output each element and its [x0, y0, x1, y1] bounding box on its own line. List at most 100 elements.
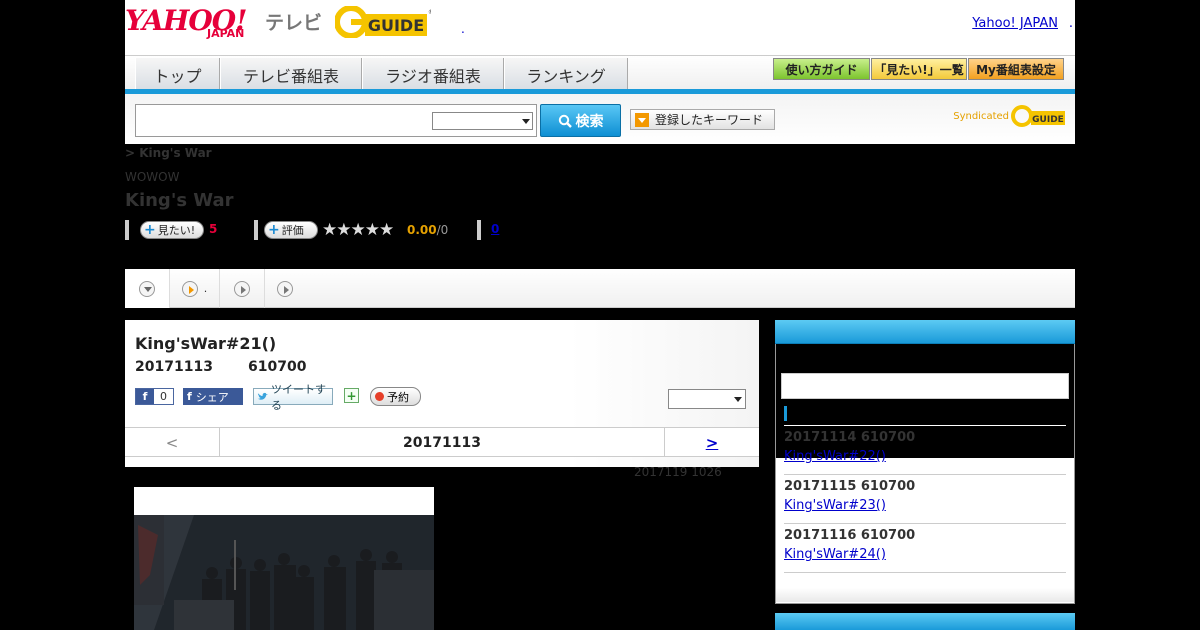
- nav-tab-ranking[interactable]: ランキング: [504, 58, 628, 91]
- saved-keywords-button[interactable]: 登録したキーワード: [630, 109, 775, 130]
- sidebar-item-divider: [784, 523, 1066, 524]
- sidebar-item-date: 20171114 610700: [784, 430, 916, 445]
- rate-button[interactable]: + 評価: [264, 221, 318, 239]
- header-link-dot: .: [1068, 16, 1073, 31]
- search-category-select[interactable]: [432, 112, 533, 130]
- twitter-bird-icon: [257, 392, 269, 400]
- sidebar-item-link[interactable]: King'sWar#23(): [784, 498, 886, 513]
- episode-time: 610700: [248, 359, 307, 375]
- chevron-down-icon: [139, 280, 155, 297]
- channel-name: WOWOW: [125, 170, 180, 184]
- facebook-icon: f: [187, 390, 192, 403]
- episode-title: King'sWar#21(): [135, 334, 277, 353]
- search-button[interactable]: 検索: [540, 104, 621, 137]
- detail-tabs: .: [125, 269, 1075, 308]
- my-guide-settings-button[interactable]: My番組表設定: [968, 58, 1064, 80]
- next-date-button[interactable]: >: [664, 428, 759, 457]
- sidebar-divider: [784, 425, 1066, 426]
- sidebar-item-divider: [784, 474, 1066, 475]
- facebook-like-count: 0: [160, 390, 167, 403]
- reserve-button[interactable]: 予約: [370, 387, 421, 406]
- guide-button[interactable]: 使い方ガイド: [773, 58, 870, 80]
- sidebar-footer: [776, 588, 1074, 602]
- episode-still-image: [134, 515, 434, 630]
- facebook-like-button[interactable]: f0: [135, 388, 174, 405]
- tab-related[interactable]: [265, 269, 305, 308]
- tab-cast[interactable]: [220, 269, 265, 308]
- divider: [125, 220, 129, 240]
- sidebar-header-2: [775, 613, 1075, 630]
- sidebar-section-marker: [784, 406, 787, 421]
- nav-tab-tv-guide[interactable]: テレビ番組表: [220, 58, 362, 91]
- prev-date-button[interactable]: <: [125, 428, 220, 457]
- facebook-share-label: シェア: [195, 390, 229, 404]
- chevron-down-icon: [734, 397, 742, 402]
- syndicated-label: Syndicated: [953, 110, 1009, 122]
- header-dot: .: [461, 22, 465, 36]
- current-date: 20171113: [403, 434, 481, 451]
- site-header: YAHOO! JAPAN テレビ GUIDE ® . Yahoo! JAPAN …: [125, 0, 1075, 55]
- breadcrumb: > King's War: [125, 146, 212, 160]
- tweet-label: ツイートする: [271, 382, 327, 412]
- play-icon: [181, 280, 198, 297]
- rate-button-label: 評価: [281, 224, 304, 237]
- nav-tab-radio-guide[interactable]: ラジオ番組表: [362, 58, 504, 91]
- divider: [477, 220, 481, 240]
- rating-score: 0.00/0: [407, 223, 448, 237]
- nav-tab-top[interactable]: トップ: [135, 58, 220, 91]
- add-calendar-icon[interactable]: +: [344, 388, 359, 403]
- want-button-label: 見たい!: [157, 224, 196, 237]
- facebook-icon: f: [136, 389, 154, 404]
- yahoo-japan-label: JAPAN: [207, 27, 245, 40]
- rating-count: /0: [436, 223, 449, 237]
- svg-text:GUIDE: GUIDE: [1032, 115, 1064, 125]
- image-caption-bar: [134, 487, 434, 515]
- facebook-share-button[interactable]: f シェア: [183, 388, 243, 405]
- sidebar-header: [775, 320, 1075, 344]
- svg-text:®: ®: [428, 9, 431, 16]
- syndicated-badge: Syndicated GUIDE: [953, 104, 1067, 128]
- svg-text:GUIDE: GUIDE: [368, 16, 424, 35]
- episode-still-scene: [134, 515, 434, 630]
- tab-episodes[interactable]: .: [170, 269, 220, 308]
- tab-episodes-label: .: [203, 282, 208, 295]
- search-icon: [558, 114, 572, 128]
- program-actions: + 見たい! 5 + 評価 ★★★★★ 0.00/0 0: [125, 220, 1075, 240]
- want-button[interactable]: + 見たい!: [140, 221, 204, 239]
- sidebar-item-link[interactable]: King'sWar#24(): [784, 547, 886, 562]
- sidebar-item-divider: [784, 572, 1066, 573]
- sidebar-item-link[interactable]: King'sWar#22(): [784, 449, 886, 464]
- chevron-down-icon: [522, 119, 530, 124]
- main-nav: トップ テレビ番組表 ラジオ番組表 ランキング 使い方ガイド 「見たい!」一覧 …: [125, 55, 1075, 92]
- tv-label[interactable]: テレビ: [265, 8, 322, 35]
- updated-timestamp: 2017119 1026: [634, 465, 722, 479]
- divider: [254, 220, 258, 240]
- tweet-button[interactable]: ツイートする: [253, 383, 333, 412]
- gguide-small-logo: GUIDE: [1011, 105, 1065, 127]
- want-count: 5: [209, 222, 218, 236]
- reserve-label: 予約: [387, 390, 409, 404]
- rating-stars: ★★★★★: [322, 220, 394, 240]
- search-button-label: 検索: [575, 113, 604, 130]
- sidebar-item-date: 20171115 610700: [784, 479, 916, 494]
- review-count-link[interactable]: 0: [491, 222, 499, 236]
- play-icon: [234, 280, 250, 297]
- dropdown-arrow-icon: [635, 112, 649, 127]
- saved-keywords-label: 登録したキーワード: [655, 113, 764, 127]
- episode-card: King'sWar#21() 20171113 610700 f0 f シェア ツ…: [125, 320, 759, 467]
- sidebar-search-field[interactable]: [781, 373, 1069, 399]
- episode-date: 20171113: [135, 359, 213, 375]
- episode-date-nav: < 20171113 >: [125, 427, 759, 457]
- plus-icon: +: [268, 222, 280, 238]
- record-icon: [375, 392, 384, 401]
- episode-select[interactable]: [668, 389, 746, 409]
- search-bar: 検索 登録したキーワード Syndicated GUIDE: [125, 94, 1075, 144]
- rating-value: 0.00: [407, 223, 437, 237]
- sidebar-item-date: 20171116 610700: [784, 528, 916, 543]
- gguide-logo[interactable]: GUIDE ®: [335, 6, 431, 38]
- yahoo-japan-link[interactable]: Yahoo! JAPAN: [972, 16, 1058, 31]
- tab-overview[interactable]: [125, 269, 170, 308]
- want-list-button[interactable]: 「見たい!」一覧: [871, 58, 967, 80]
- program-title: King's War: [125, 190, 234, 211]
- plus-icon: +: [144, 222, 156, 238]
